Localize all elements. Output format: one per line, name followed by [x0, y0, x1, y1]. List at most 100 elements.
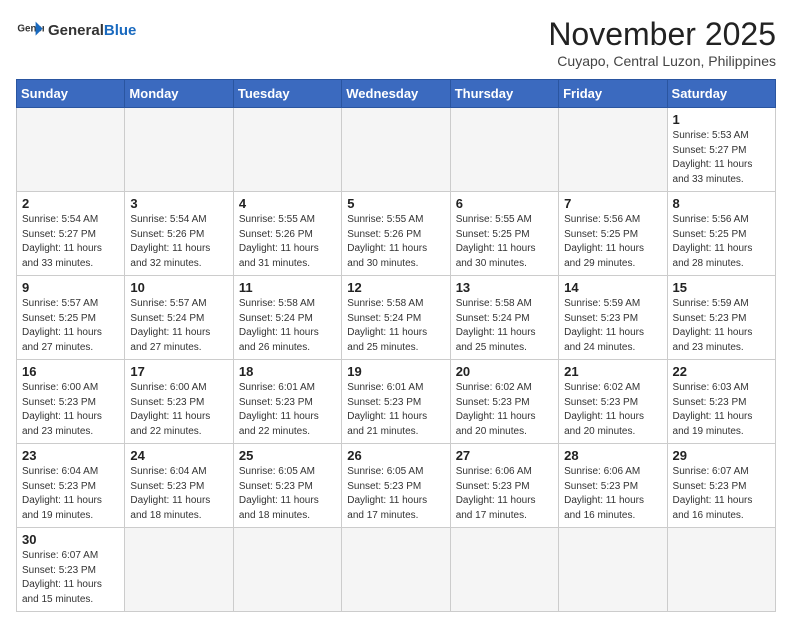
week-row-1: 1 Sunrise: 5:53 AM Sunset: 5:27 PM Daylig…: [17, 108, 776, 192]
day-cell: 1 Sunrise: 5:53 AM Sunset: 5:27 PM Daylig…: [667, 108, 775, 192]
day-number: 11: [239, 280, 336, 295]
day-cell: [17, 108, 125, 192]
weekday-header-tuesday: Tuesday: [233, 80, 341, 108]
day-info: Sunrise: 6:04 AM Sunset: 5:23 PM Dayligh…: [130, 465, 227, 523]
day-info: Sunrise: 5:59 AM Sunset: 5:23 PM Dayligh…: [673, 297, 770, 355]
day-number: 6: [456, 196, 553, 211]
location-subtitle: Cuyapo, Central Luzon, Philippines: [548, 53, 776, 69]
day-number: 9: [22, 280, 119, 295]
day-cell: 5 Sunrise: 5:55 AM Sunset: 5:26 PM Daylig…: [342, 192, 450, 276]
day-info: Sunrise: 6:05 AM Sunset: 5:23 PM Dayligh…: [347, 465, 444, 523]
day-info: Sunrise: 5:56 AM Sunset: 5:25 PM Dayligh…: [673, 213, 770, 271]
day-cell: 30 Sunrise: 6:07 AM Sunset: 5:23 PM Dayli…: [17, 528, 125, 612]
day-info: Sunrise: 5:53 AM Sunset: 5:27 PM Dayligh…: [673, 129, 770, 187]
day-info: Sunrise: 6:07 AM Sunset: 5:23 PM Dayligh…: [22, 549, 119, 607]
day-number: 25: [239, 448, 336, 463]
day-cell: 12Sunrise: 5:58 AM Sunset: 5:24 PM Dayli…: [342, 276, 450, 360]
logo-icon: General: [16, 16, 44, 44]
day-cell: [342, 528, 450, 612]
day-number: 28: [564, 448, 661, 463]
day-cell: 8 Sunrise: 5:56 AM Sunset: 5:25 PM Daylig…: [667, 192, 775, 276]
day-info: Sunrise: 6:05 AM Sunset: 5:23 PM Dayligh…: [239, 465, 336, 523]
day-info: Sunrise: 5:55 AM Sunset: 5:26 PM Dayligh…: [347, 213, 444, 271]
day-cell: 7 Sunrise: 5:56 AM Sunset: 5:25 PM Daylig…: [559, 192, 667, 276]
day-info: Sunrise: 5:58 AM Sunset: 5:24 PM Dayligh…: [347, 297, 444, 355]
day-number: 30: [22, 532, 119, 547]
weekday-header-row: SundayMondayTuesdayWednesdayThursdayFrid…: [17, 80, 776, 108]
day-info: Sunrise: 6:02 AM Sunset: 5:23 PM Dayligh…: [456, 381, 553, 439]
day-cell: 21 Sunrise: 6:02 AM Sunset: 5:23 PM Dayli…: [559, 360, 667, 444]
day-number: 17: [130, 364, 227, 379]
day-cell: 20 Sunrise: 6:02 AM Sunset: 5:23 PM Dayli…: [450, 360, 558, 444]
day-cell: [559, 528, 667, 612]
day-info: Sunrise: 5:55 AM Sunset: 5:26 PM Dayligh…: [239, 213, 336, 271]
day-cell: 2Sunrise: 5:54 AM Sunset: 5:27 PM Daylig…: [17, 192, 125, 276]
day-number: 20: [456, 364, 553, 379]
day-cell: 24Sunrise: 6:04 AM Sunset: 5:23 PM Dayli…: [125, 444, 233, 528]
day-number: 16: [22, 364, 119, 379]
day-cell: [125, 528, 233, 612]
day-number: 7: [564, 196, 661, 211]
day-cell: 16 Sunrise: 6:00 AM Sunset: 5:23 PM Dayli…: [17, 360, 125, 444]
day-cell: 14 Sunrise: 5:59 AM Sunset: 5:23 PM Dayli…: [559, 276, 667, 360]
day-number: 26: [347, 448, 444, 463]
day-info: Sunrise: 5:56 AM Sunset: 5:25 PM Dayligh…: [564, 213, 661, 271]
day-number: 21: [564, 364, 661, 379]
day-info: Sunrise: 6:00 AM Sunset: 5:23 PM Dayligh…: [22, 381, 119, 439]
day-info: Sunrise: 5:59 AM Sunset: 5:23 PM Dayligh…: [564, 297, 661, 355]
day-info: Sunrise: 6:04 AM Sunset: 5:23 PM Dayligh…: [22, 465, 119, 523]
weekday-header-wednesday: Wednesday: [342, 80, 450, 108]
day-number: 10: [130, 280, 227, 295]
day-cell: [450, 108, 558, 192]
page-header: General GeneralBlue November 2025 Cuyapo…: [16, 16, 776, 69]
day-cell: 4Sunrise: 5:55 AM Sunset: 5:26 PM Daylig…: [233, 192, 341, 276]
day-cell: 3Sunrise: 5:54 AM Sunset: 5:26 PM Daylig…: [125, 192, 233, 276]
day-cell: 29 Sunrise: 6:07 AM Sunset: 5:23 PM Dayli…: [667, 444, 775, 528]
day-number: 13: [456, 280, 553, 295]
day-cell: 23Sunrise: 6:04 AM Sunset: 5:23 PM Dayli…: [17, 444, 125, 528]
weekday-header-sunday: Sunday: [17, 80, 125, 108]
day-cell: 22 Sunrise: 6:03 AM Sunset: 5:23 PM Dayli…: [667, 360, 775, 444]
day-number: 15: [673, 280, 770, 295]
day-info: Sunrise: 5:57 AM Sunset: 5:24 PM Dayligh…: [130, 297, 227, 355]
day-number: 5: [347, 196, 444, 211]
day-cell: 19Sunrise: 6:01 AM Sunset: 5:23 PM Dayli…: [342, 360, 450, 444]
day-cell: 9 Sunrise: 5:57 AM Sunset: 5:25 PM Daylig…: [17, 276, 125, 360]
day-number: 3: [130, 196, 227, 211]
day-cell: 17 Sunrise: 6:00 AM Sunset: 5:23 PM Dayli…: [125, 360, 233, 444]
day-cell: 25 Sunrise: 6:05 AM Sunset: 5:23 PM Dayli…: [233, 444, 341, 528]
day-info: Sunrise: 6:03 AM Sunset: 5:23 PM Dayligh…: [673, 381, 770, 439]
day-cell: 18 Sunrise: 6:01 AM Sunset: 5:23 PM Dayli…: [233, 360, 341, 444]
day-number: 8: [673, 196, 770, 211]
day-info: Sunrise: 6:00 AM Sunset: 5:23 PM Dayligh…: [130, 381, 227, 439]
week-row-3: 9 Sunrise: 5:57 AM Sunset: 5:25 PM Daylig…: [17, 276, 776, 360]
day-info: Sunrise: 6:06 AM Sunset: 5:23 PM Dayligh…: [564, 465, 661, 523]
week-row-6: 30 Sunrise: 6:07 AM Sunset: 5:23 PM Dayli…: [17, 528, 776, 612]
day-info: Sunrise: 5:57 AM Sunset: 5:25 PM Dayligh…: [22, 297, 119, 355]
day-number: 14: [564, 280, 661, 295]
logo-text: GeneralBlue: [48, 22, 136, 39]
day-cell: 15 Sunrise: 5:59 AM Sunset: 5:23 PM Dayli…: [667, 276, 775, 360]
month-year-title: November 2025: [548, 16, 776, 53]
day-number: 22: [673, 364, 770, 379]
day-number: 1: [673, 112, 770, 127]
day-cell: 28 Sunrise: 6:06 AM Sunset: 5:23 PM Dayli…: [559, 444, 667, 528]
day-info: Sunrise: 5:58 AM Sunset: 5:24 PM Dayligh…: [239, 297, 336, 355]
logo: General GeneralBlue: [16, 16, 136, 44]
day-info: Sunrise: 5:58 AM Sunset: 5:24 PM Dayligh…: [456, 297, 553, 355]
day-number: 18: [239, 364, 336, 379]
day-info: Sunrise: 6:02 AM Sunset: 5:23 PM Dayligh…: [564, 381, 661, 439]
day-number: 29: [673, 448, 770, 463]
day-info: Sunrise: 6:01 AM Sunset: 5:23 PM Dayligh…: [239, 381, 336, 439]
day-number: 19: [347, 364, 444, 379]
day-cell: [342, 108, 450, 192]
week-row-4: 16 Sunrise: 6:00 AM Sunset: 5:23 PM Dayli…: [17, 360, 776, 444]
day-cell: [667, 528, 775, 612]
day-cell: 10 Sunrise: 5:57 AM Sunset: 5:24 PM Dayli…: [125, 276, 233, 360]
day-cell: [233, 108, 341, 192]
day-cell: [559, 108, 667, 192]
day-info: Sunrise: 6:07 AM Sunset: 5:23 PM Dayligh…: [673, 465, 770, 523]
weekday-header-monday: Monday: [125, 80, 233, 108]
day-number: 2: [22, 196, 119, 211]
day-cell: [125, 108, 233, 192]
